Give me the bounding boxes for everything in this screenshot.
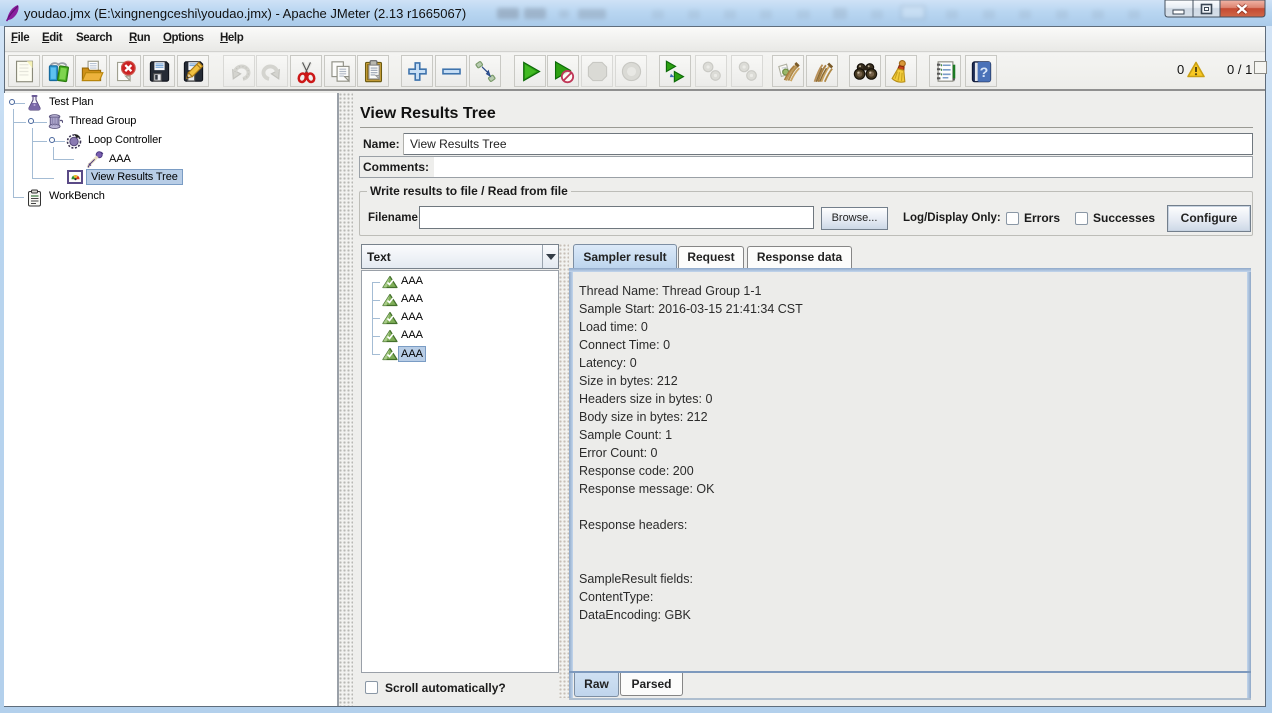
svg-text:?: ? bbox=[979, 65, 988, 81]
